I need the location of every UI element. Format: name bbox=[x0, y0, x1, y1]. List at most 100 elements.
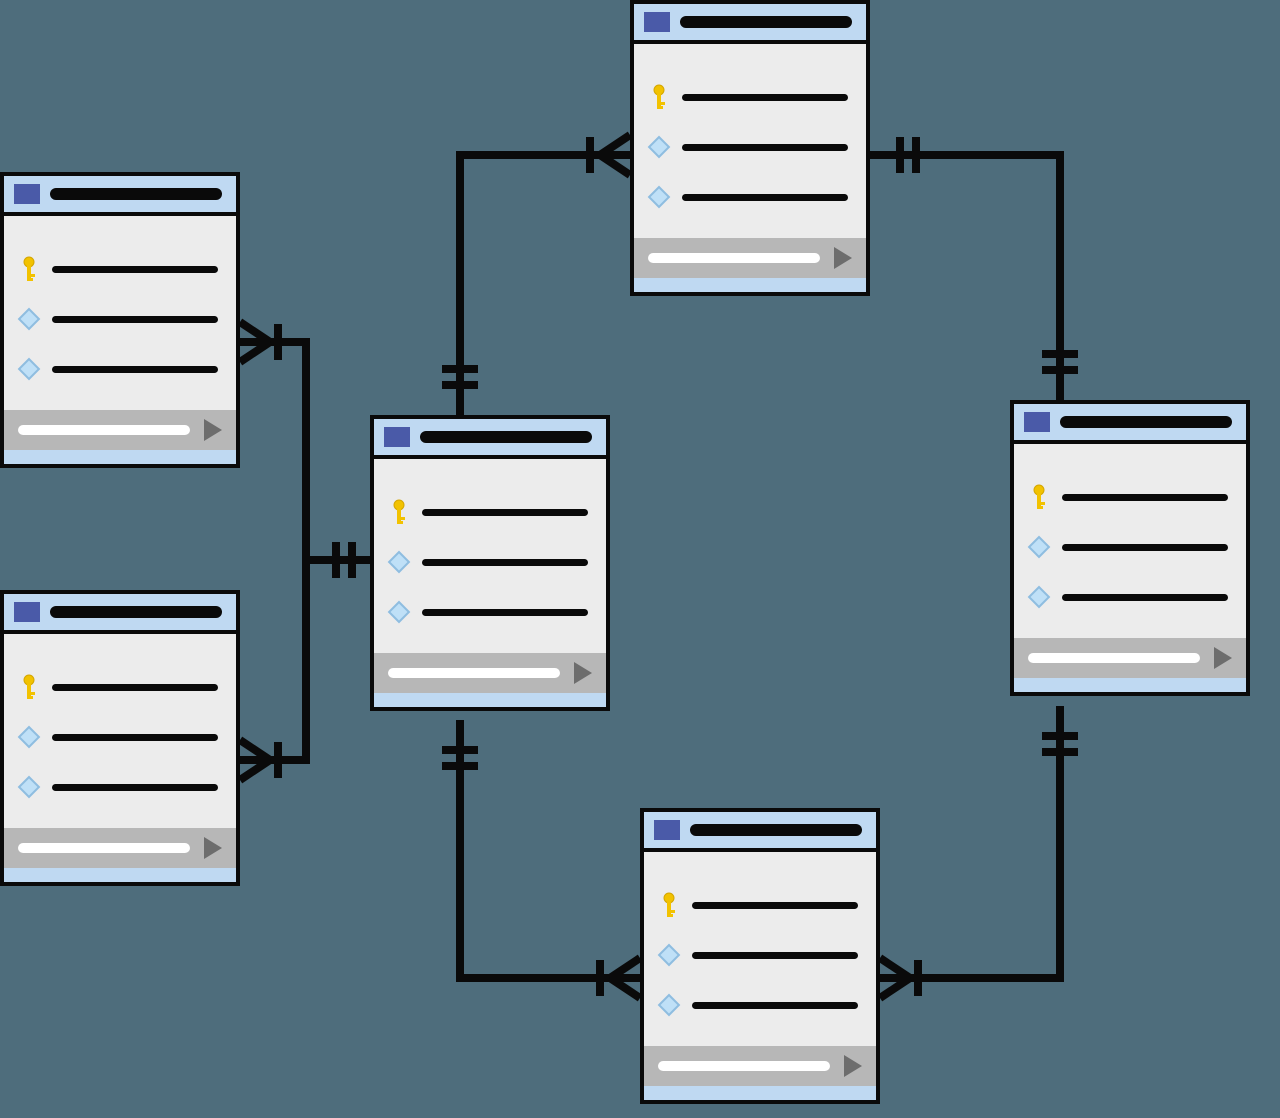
entity-title-placeholder bbox=[50, 188, 222, 200]
attribute-diamond-icon bbox=[648, 189, 670, 205]
entity-titlebar bbox=[4, 594, 236, 634]
field-name-placeholder bbox=[422, 509, 588, 516]
attribute-diamond-icon bbox=[658, 947, 680, 963]
entity-box-C[interactable] bbox=[370, 415, 610, 711]
field-name-placeholder bbox=[422, 609, 588, 616]
field-name-placeholder bbox=[52, 784, 218, 791]
scroll-right-icon[interactable] bbox=[204, 837, 222, 859]
entity-field-row bbox=[648, 122, 848, 172]
entity-box-E[interactable] bbox=[1010, 400, 1250, 696]
entity-bottom-strip bbox=[1014, 678, 1246, 692]
entity-bottom-strip bbox=[374, 693, 606, 707]
entity-body bbox=[4, 216, 236, 410]
field-name-placeholder bbox=[1062, 494, 1228, 501]
entity-field-row bbox=[18, 662, 218, 712]
field-name-placeholder bbox=[692, 1002, 858, 1009]
scrollbar-track[interactable] bbox=[18, 843, 190, 853]
entity-title-placeholder bbox=[1060, 416, 1232, 428]
entity-bottom-strip bbox=[4, 450, 236, 464]
entity-title-placeholder bbox=[420, 431, 592, 443]
attribute-diamond-icon bbox=[18, 311, 40, 327]
entity-bottom-strip bbox=[634, 278, 866, 292]
field-name-placeholder bbox=[52, 734, 218, 741]
attribute-diamond-icon bbox=[658, 997, 680, 1013]
window-sys-icon bbox=[644, 12, 670, 32]
entity-field-row bbox=[18, 344, 218, 394]
attribute-diamond-icon bbox=[648, 139, 670, 155]
entity-field-row bbox=[18, 294, 218, 344]
window-sys-icon bbox=[1024, 412, 1050, 432]
scrollbar-track[interactable] bbox=[1028, 653, 1200, 663]
scroll-right-icon[interactable] bbox=[1214, 647, 1232, 669]
entity-title-placeholder bbox=[50, 606, 222, 618]
entity-footer bbox=[4, 828, 236, 868]
attribute-diamond-icon bbox=[388, 604, 410, 620]
entity-body bbox=[634, 44, 866, 238]
window-sys-icon bbox=[654, 820, 680, 840]
window-sys-icon bbox=[384, 427, 410, 447]
entity-footer bbox=[634, 238, 866, 278]
entity-footer bbox=[1014, 638, 1246, 678]
attribute-diamond-icon bbox=[1028, 539, 1050, 555]
field-name-placeholder bbox=[1062, 594, 1228, 601]
primary-key-icon bbox=[18, 674, 40, 700]
entity-body bbox=[644, 852, 876, 1046]
entity-box-D[interactable] bbox=[630, 0, 870, 296]
entity-field-row bbox=[18, 244, 218, 294]
entity-bottom-strip bbox=[644, 1086, 876, 1100]
field-name-placeholder bbox=[692, 902, 858, 909]
entity-field-row bbox=[388, 537, 588, 587]
field-name-placeholder bbox=[682, 94, 848, 101]
primary-key-icon bbox=[658, 892, 680, 918]
window-sys-icon bbox=[14, 184, 40, 204]
entity-box-F[interactable] bbox=[640, 808, 880, 1104]
field-name-placeholder bbox=[1062, 544, 1228, 551]
field-name-placeholder bbox=[52, 266, 218, 273]
attribute-diamond-icon bbox=[1028, 589, 1050, 605]
scroll-right-icon[interactable] bbox=[834, 247, 852, 269]
attribute-diamond-icon bbox=[388, 554, 410, 570]
field-name-placeholder bbox=[692, 952, 858, 959]
entity-field-row bbox=[388, 487, 588, 537]
entity-field-row bbox=[658, 930, 858, 980]
entity-titlebar bbox=[1014, 404, 1246, 444]
attribute-diamond-icon bbox=[18, 361, 40, 377]
entity-title-placeholder bbox=[690, 824, 862, 836]
entity-body bbox=[374, 459, 606, 653]
scroll-right-icon[interactable] bbox=[844, 1055, 862, 1077]
window-sys-icon bbox=[14, 602, 40, 622]
entity-body bbox=[1014, 444, 1246, 638]
attribute-diamond-icon bbox=[18, 729, 40, 745]
entity-field-row bbox=[1028, 572, 1228, 622]
entity-box-B[interactable] bbox=[0, 590, 240, 886]
entity-title-placeholder bbox=[680, 16, 852, 28]
attribute-diamond-icon bbox=[18, 779, 40, 795]
entity-body bbox=[4, 634, 236, 828]
scrollbar-track[interactable] bbox=[388, 668, 560, 678]
scrollbar-track[interactable] bbox=[658, 1061, 830, 1071]
entity-footer bbox=[374, 653, 606, 693]
field-name-placeholder bbox=[422, 559, 588, 566]
er-diagram-canvas bbox=[0, 0, 1280, 1118]
scroll-right-icon[interactable] bbox=[204, 419, 222, 441]
scrollbar-track[interactable] bbox=[648, 253, 820, 263]
scrollbar-track[interactable] bbox=[18, 425, 190, 435]
entity-field-row bbox=[18, 712, 218, 762]
entity-footer bbox=[644, 1046, 876, 1086]
entity-field-row bbox=[648, 172, 848, 222]
entity-footer bbox=[4, 410, 236, 450]
entity-box-A[interactable] bbox=[0, 172, 240, 468]
entity-field-row bbox=[1028, 472, 1228, 522]
primary-key-icon bbox=[648, 84, 670, 110]
primary-key-icon bbox=[18, 256, 40, 282]
primary-key-icon bbox=[388, 499, 410, 525]
scroll-right-icon[interactable] bbox=[574, 662, 592, 684]
primary-key-icon bbox=[1028, 484, 1050, 510]
entity-titlebar bbox=[4, 176, 236, 216]
entity-field-row bbox=[18, 762, 218, 812]
entity-field-row bbox=[658, 980, 858, 1030]
entity-field-row bbox=[658, 880, 858, 930]
entity-field-row bbox=[648, 72, 848, 122]
entity-field-row bbox=[388, 587, 588, 637]
entity-titlebar bbox=[374, 419, 606, 459]
